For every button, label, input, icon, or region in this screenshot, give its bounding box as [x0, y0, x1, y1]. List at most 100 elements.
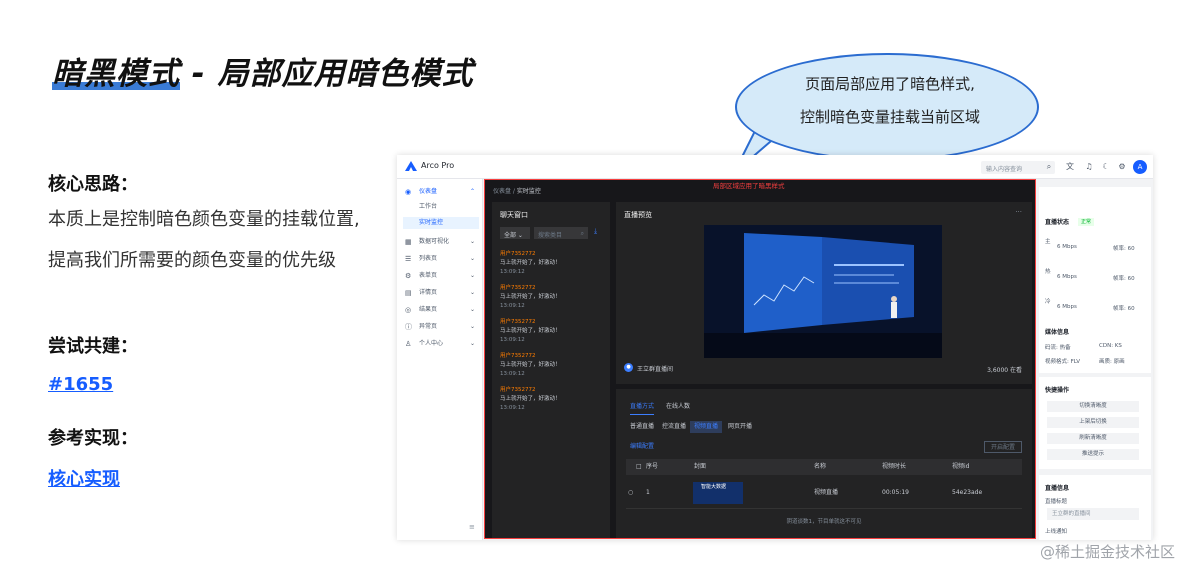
chip-web-live[interactable]: 网页开播: [724, 421, 756, 433]
bell-icon[interactable]: ♫: [1083, 161, 1095, 173]
chip-normal-live[interactable]: 普通直播: [626, 421, 658, 433]
sidebar-item-result[interactable]: ◎ 结果页 ⌄: [403, 303, 479, 317]
download-icon[interactable]: ⤓: [594, 227, 597, 236]
collapse-icon[interactable]: ≡: [469, 523, 475, 531]
more-icon[interactable]: ···: [1015, 208, 1022, 216]
sidebar-label: 详情页: [419, 289, 438, 296]
msg-time: 13:09:12: [500, 269, 525, 275]
start-config-button[interactable]: 开启配置: [984, 441, 1022, 453]
msg-user: 用户7352772: [500, 285, 536, 291]
stat-value: 6 Mbps: [1057, 304, 1077, 310]
edit-config-button[interactable]: 编辑配置: [630, 441, 654, 450]
bubble-line-2: 控制暗色变量挂载当前区域: [799, 108, 980, 126]
msg-time: 13:09:12: [500, 371, 525, 377]
stat-value: 6 Mbps: [1057, 274, 1077, 280]
breadcrumb-item: 实时监控: [516, 188, 541, 195]
chip-flow-live[interactable]: 控流直播: [658, 421, 690, 433]
media-info: 视频格式: FLV: [1045, 359, 1080, 365]
sidebar-item-monitor[interactable]: 实时监控: [403, 217, 479, 229]
msg-text: 马上就开始了，好激动！: [500, 294, 561, 300]
sidebar-item-workplace[interactable]: 工作台: [403, 201, 479, 213]
stat-extra: 帧率: 60: [1113, 306, 1135, 312]
host-name: 王立群直播间: [637, 366, 674, 373]
media-title: 媒体信息: [1045, 329, 1070, 336]
stat-label: 主: [1045, 239, 1051, 245]
msg-user: 用户7352772: [500, 251, 536, 257]
settings-icon[interactable]: ⚙: [1116, 161, 1128, 173]
try-link[interactable]: #1655: [48, 374, 113, 395]
sidebar-item-dashboard[interactable]: ◉ 仪表盘 ⌃: [403, 185, 479, 199]
chat-message: 用户7352772 马上就开始了，好激动！ 13:09:12: [500, 352, 605, 379]
bubble-text: 页面局部应用了暗色样式, 控制暗色变量挂载当前区域: [755, 68, 1025, 134]
info-label-2: 上线通知: [1045, 529, 1068, 535]
user-icon: ♙: [405, 340, 412, 348]
live-title-input[interactable]: 王立群的直播间: [1047, 508, 1139, 520]
chat-message: 用户7352772 马上就开始了，好激动！ 13:09:12: [500, 284, 605, 311]
sidebar-label: 工作台: [419, 203, 438, 210]
language-icon[interactable]: 文: [1064, 161, 1076, 173]
row-index: 1: [646, 489, 650, 496]
select-value: 全部: [504, 232, 517, 239]
row-checkbox[interactable]: ○: [628, 477, 633, 509]
sidebar-item-list[interactable]: ☰ 列表页 ⌄: [403, 252, 479, 266]
live-status-card: 直播状态 正常 主 6 Mbps 帧率: 60 热 6 Mbps 帧率: 60 …: [1039, 187, 1151, 373]
chevron-down-icon: ⌄: [469, 340, 475, 347]
msg-time: 13:09:12: [500, 405, 525, 411]
sidebar-item-user[interactable]: ♙ 个人中心 ⌄: [403, 337, 479, 351]
chevron-down-icon: ⌄: [469, 238, 475, 245]
search-icon[interactable]: ⌕: [1043, 161, 1055, 173]
info-label: 直播标题: [1045, 499, 1068, 505]
live-video[interactable]: [704, 225, 942, 358]
breadcrumb-item[interactable]: 仪表盘: [493, 188, 511, 195]
host-avatar: ●: [624, 363, 633, 372]
sidebar-label: 表单页: [419, 272, 438, 279]
sidebar-item-exception[interactable]: ⓘ 异常页 ⌄: [403, 320, 479, 334]
right-panel: 直播状态 正常 主 6 Mbps 帧率: 60 热 6 Mbps 帧率: 60 …: [1039, 179, 1153, 540]
quick-action-button[interactable]: 刷新清晰度: [1047, 433, 1139, 444]
search-icon: ⌕: [580, 230, 584, 237]
sidebar-item-profile[interactable]: ▤ 详情页 ⌄: [403, 286, 479, 300]
column-header: 序号: [646, 463, 659, 470]
list-icon: ☰: [405, 255, 412, 263]
chat-panel: 聊天窗口 全部 ⌄ 搜索类目 ⌕ ⤓ 用户7352772 马上就开始了，好激动！ 1…: [492, 202, 610, 538]
chevron-down-icon: ⌄: [469, 255, 475, 262]
breadcrumb: 仪表盘 / 实时监控: [493, 188, 541, 195]
stat-label: 热: [1045, 269, 1051, 275]
sidebar-label: 仪表盘: [419, 188, 438, 195]
msg-user: 用户7352772: [500, 387, 536, 393]
checkbox[interactable]: □: [636, 459, 642, 475]
column-header: 名称: [814, 463, 827, 470]
sidebar-item-form[interactable]: ⚙ 表单页 ⌄: [403, 269, 479, 283]
info-title: 直播信息: [1045, 485, 1070, 492]
quick-action-button[interactable]: 上架后切换: [1047, 417, 1139, 428]
tab-live-mode[interactable]: 直播方式: [630, 401, 655, 415]
chat-message: 用户7352772 马上就开始了，好激动！ 13:09:12: [500, 386, 605, 413]
sidebar-item-visualization[interactable]: ▦ 数据可视化 ⌄: [403, 235, 479, 249]
check-circle-icon: ◎: [405, 306, 412, 314]
watermark: @稀土掘金技术社区: [1039, 543, 1175, 561]
moon-icon[interactable]: ☾: [1100, 161, 1112, 173]
msg-time: 13:09:12: [500, 337, 525, 343]
ref-link[interactable]: 核心实现: [48, 465, 120, 491]
sidebar-label: 个人中心: [419, 340, 444, 347]
chart-icon: ▦: [405, 238, 412, 246]
sidebar-label: 异常页: [419, 323, 438, 330]
quick-action-button[interactable]: 切换清晰度: [1047, 401, 1139, 412]
file-icon: ▤: [405, 289, 412, 297]
column-header: 视频时长: [882, 463, 907, 470]
dashboard-icon: ◉: [405, 188, 412, 196]
table-row[interactable]: ○ 1 智能大数据 视频直播 00:05:19 54e23ade: [626, 477, 1022, 509]
thumb-text: 智能大数据: [701, 484, 727, 490]
avatar[interactable]: A: [1133, 160, 1147, 174]
sidebar-label: 数据可视化: [419, 238, 450, 245]
chip-video-live[interactable]: 视频直播: [690, 421, 723, 433]
chat-search-input[interactable]: 搜索类目 ⌕: [534, 227, 588, 239]
live-info-card: 直播信息 直播标题 王立群的直播间 上线通知: [1039, 475, 1151, 540]
chevron-up-icon: ⌃: [469, 188, 475, 195]
search-placeholder: 搜索类目: [538, 232, 563, 239]
media-info: 画质: 原画: [1099, 359, 1125, 365]
tab-online-count[interactable]: 在线人数: [666, 401, 690, 410]
quick-action-button[interactable]: 推送提示: [1047, 449, 1139, 460]
chat-filter-select[interactable]: 全部 ⌄: [500, 227, 530, 239]
status-badge: 正常: [1078, 218, 1095, 226]
